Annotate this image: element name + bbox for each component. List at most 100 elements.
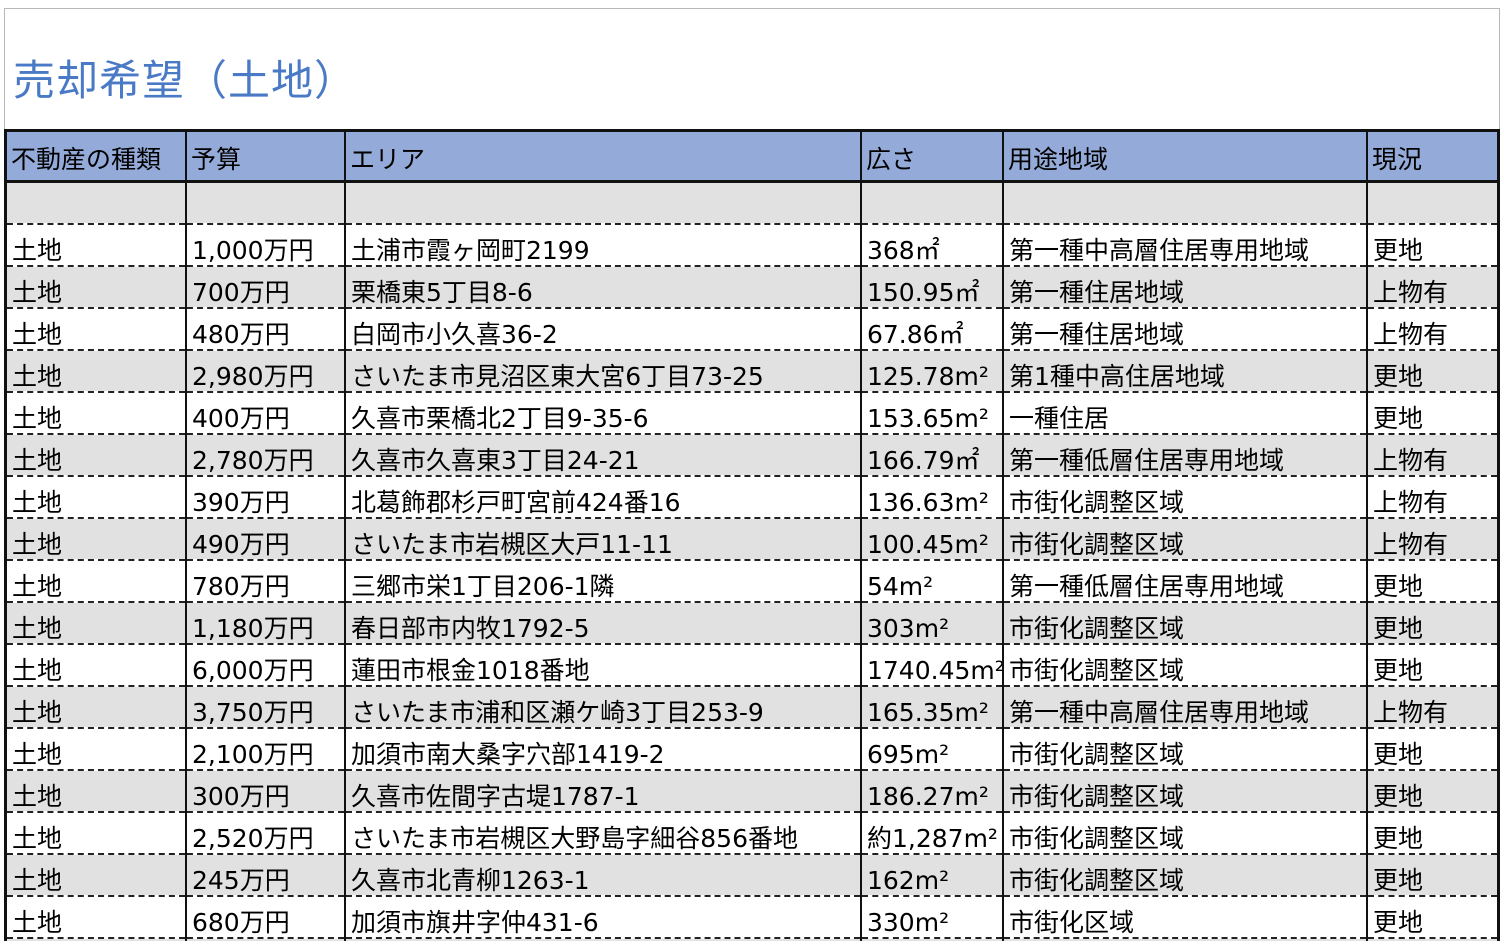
cell-size[interactable]: 695m² bbox=[860, 727, 1003, 771]
cell-zoning[interactable]: 市街化調整区域 bbox=[1002, 811, 1367, 855]
cell-area[interactable]: 白岡市小久喜36-2 bbox=[344, 307, 861, 351]
cell-type[interactable]: 土地 bbox=[7, 769, 186, 813]
cell-status[interactable]: 上物有 bbox=[1366, 265, 1497, 309]
cell-budget[interactable]: 880万円 bbox=[185, 937, 345, 941]
cell-zoning[interactable]: 第一種低層住居専用地域 bbox=[1002, 433, 1367, 477]
cell-type[interactable]: 土地 bbox=[7, 811, 186, 855]
cell-zoning[interactable]: 市街化調整区域 bbox=[1002, 643, 1367, 687]
cell-type[interactable]: 土地 bbox=[7, 853, 186, 897]
cell-budget[interactable]: 2,100万円 bbox=[185, 727, 345, 771]
cell-zoning[interactable]: 市街化区域 bbox=[1002, 937, 1367, 941]
cell-type[interactable]: 土地 bbox=[7, 601, 186, 645]
cell-zoning[interactable]: 市街化調整区域 bbox=[1002, 601, 1367, 645]
cell-budget[interactable]: 2,980万円 bbox=[185, 349, 345, 393]
cell-budget[interactable]: 1,180万円 bbox=[185, 601, 345, 645]
cell-area[interactable]: 久喜市佐間字古堤1787-1 bbox=[344, 769, 861, 813]
header-budget[interactable]: 予算 bbox=[185, 132, 345, 183]
cell-status[interactable]: 更地 bbox=[1366, 223, 1497, 267]
cell-area[interactable]: 久喜市久喜東3丁目24-21 bbox=[344, 433, 861, 477]
cell-zoning[interactable]: 市街化調整区域 bbox=[1002, 853, 1367, 897]
cell-type[interactable]: 土地 bbox=[7, 517, 186, 561]
cell-area[interactable]: さいたま市浦和区瀬ケ崎3丁目253-9 bbox=[344, 685, 861, 729]
header-size[interactable]: 広さ bbox=[860, 132, 1003, 183]
cell-zoning[interactable]: 市街化調整区域 bbox=[1002, 769, 1367, 813]
cell-type[interactable]: 土地 bbox=[7, 265, 186, 309]
cell-area[interactable]: さいたま市見沼区東大宮6丁目73-25 bbox=[344, 349, 861, 393]
cell-budget[interactable]: 6,000万円 bbox=[185, 643, 345, 687]
cell-area[interactable]: 久喜市下早見544-1 bbox=[344, 937, 861, 941]
cell-area[interactable]: 蓮田市根金1018番地 bbox=[344, 643, 861, 687]
cell-size[interactable]: 136.63m² bbox=[860, 475, 1003, 519]
cell-size[interactable]: 125.78m² bbox=[860, 349, 1003, 393]
cell-type[interactable]: 土地 bbox=[7, 895, 186, 939]
cell-status[interactable]: 更地 bbox=[1366, 811, 1497, 855]
cell-size[interactable]: 67.86㎡ bbox=[860, 307, 1003, 351]
cell-size[interactable]: 153.65m² bbox=[860, 391, 1003, 435]
cell-area[interactable]: 栗橋東5丁目8-6 bbox=[344, 265, 861, 309]
cell-zoning[interactable]: 第一種低層住居専用地域 bbox=[1002, 559, 1367, 603]
header-type[interactable]: 不動産の種類 bbox=[7, 132, 186, 183]
cell-type[interactable]: 土地 bbox=[7, 391, 186, 435]
cell-budget[interactable]: 2,520万円 bbox=[185, 811, 345, 855]
cell-type[interactable]: 土地 bbox=[7, 937, 186, 941]
header-area[interactable]: エリア bbox=[344, 132, 861, 183]
cell-status[interactable]: 更地 bbox=[1366, 727, 1497, 771]
cell-type[interactable]: 土地 bbox=[7, 643, 186, 687]
cell-type[interactable]: 土地 bbox=[7, 685, 186, 729]
cell-size[interactable]: 303m² bbox=[860, 601, 1003, 645]
cell-status[interactable]: 上物有 bbox=[1366, 475, 1497, 519]
cell-size[interactable]: 150.95㎡ bbox=[860, 265, 1003, 309]
cell-budget[interactable]: 700万円 bbox=[185, 265, 345, 309]
cell-zoning[interactable]: 市街化調整区域 bbox=[1002, 475, 1367, 519]
blank-cell[interactable] bbox=[7, 181, 186, 225]
cell-type[interactable]: 土地 bbox=[7, 727, 186, 771]
cell-zoning[interactable]: 市街化区域 bbox=[1002, 895, 1367, 939]
cell-type[interactable]: 土地 bbox=[7, 349, 186, 393]
cell-status[interactable]: 更地 bbox=[1366, 937, 1497, 941]
cell-size[interactable]: 100.45m² bbox=[860, 517, 1003, 561]
cell-status[interactable]: 更地 bbox=[1366, 559, 1497, 603]
cell-status[interactable]: 更地 bbox=[1366, 391, 1497, 435]
cell-status[interactable]: 上物有 bbox=[1366, 517, 1497, 561]
cell-area[interactable]: 加須市南大桑字穴部1419-2 bbox=[344, 727, 861, 771]
cell-size[interactable]: 300.00m² bbox=[860, 937, 1003, 941]
cell-zoning[interactable]: 市街化調整区域 bbox=[1002, 727, 1367, 771]
cell-area[interactable]: 北葛飾郡杉戸町宮前424番16 bbox=[344, 475, 861, 519]
cell-size[interactable]: 1740.45m² bbox=[860, 643, 1003, 687]
cell-zoning[interactable]: 市街化調整区域 bbox=[1002, 517, 1367, 561]
cell-status[interactable]: 更地 bbox=[1366, 853, 1497, 897]
cell-status[interactable]: 更地 bbox=[1366, 349, 1497, 393]
cell-budget[interactable]: 780万円 bbox=[185, 559, 345, 603]
cell-budget[interactable]: 3,750万円 bbox=[185, 685, 345, 729]
blank-cell[interactable] bbox=[1002, 181, 1367, 225]
cell-size[interactable]: 368㎡ bbox=[860, 223, 1003, 267]
header-zoning[interactable]: 用途地域 bbox=[1002, 132, 1367, 183]
cell-type[interactable]: 土地 bbox=[7, 433, 186, 477]
cell-area[interactable]: 久喜市北青柳1263-1 bbox=[344, 853, 861, 897]
cell-zoning[interactable]: 第一種住居地域 bbox=[1002, 265, 1367, 309]
cell-budget[interactable]: 390万円 bbox=[185, 475, 345, 519]
cell-zoning[interactable]: 第一種中高層住居専用地域 bbox=[1002, 685, 1367, 729]
cell-size[interactable]: 162m² bbox=[860, 853, 1003, 897]
cell-status[interactable]: 更地 bbox=[1366, 643, 1497, 687]
cell-status[interactable]: 更地 bbox=[1366, 895, 1497, 939]
cell-area[interactable]: 加須市旗井字仲431-6 bbox=[344, 895, 861, 939]
cell-zoning[interactable]: 第一種住居地域 bbox=[1002, 307, 1367, 351]
cell-size[interactable]: 165.35m² bbox=[860, 685, 1003, 729]
title-cell[interactable]: 売却希望（土地） bbox=[4, 8, 1500, 130]
cell-budget[interactable]: 400万円 bbox=[185, 391, 345, 435]
cell-budget[interactable]: 680万円 bbox=[185, 895, 345, 939]
cell-budget[interactable]: 245万円 bbox=[185, 853, 345, 897]
cell-status[interactable]: 更地 bbox=[1366, 601, 1497, 645]
cell-size[interactable]: 330m² bbox=[860, 895, 1003, 939]
cell-zoning[interactable]: 第一種中高層住居専用地域 bbox=[1002, 223, 1367, 267]
cell-budget[interactable]: 480万円 bbox=[185, 307, 345, 351]
blank-cell[interactable] bbox=[860, 181, 1003, 225]
cell-type[interactable]: 土地 bbox=[7, 223, 186, 267]
cell-status[interactable]: 上物有 bbox=[1366, 433, 1497, 477]
cell-area[interactable]: 三郷市栄1丁目206-1隣 bbox=[344, 559, 861, 603]
cell-size[interactable]: 約1,287m² bbox=[860, 811, 1003, 855]
blank-cell[interactable] bbox=[344, 181, 861, 225]
cell-type[interactable]: 土地 bbox=[7, 307, 186, 351]
cell-zoning[interactable]: 一種住居 bbox=[1002, 391, 1367, 435]
